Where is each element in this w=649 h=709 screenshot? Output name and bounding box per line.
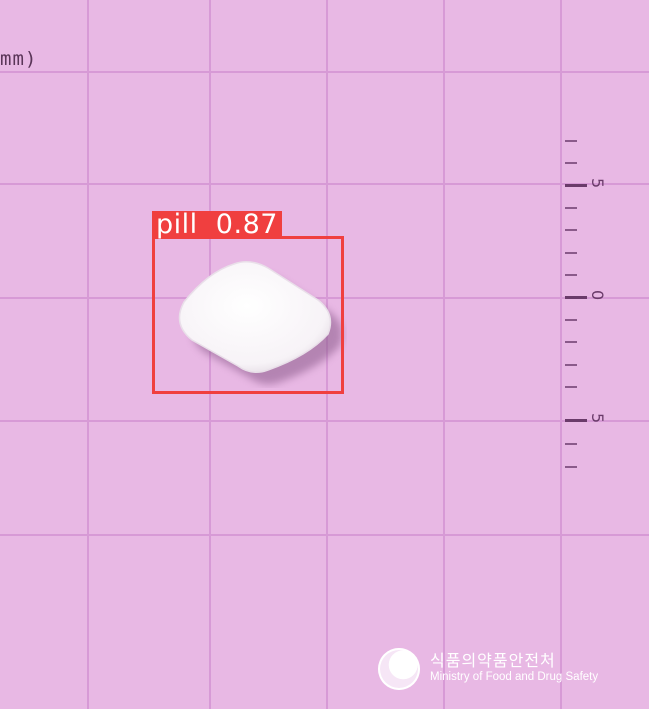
ruler-tick xyxy=(565,207,577,209)
grid-line-horizontal xyxy=(0,534,649,536)
ruler-tick xyxy=(565,364,577,366)
ruler-tick-major xyxy=(565,184,587,187)
ministry-name-english: Ministry of Food and Drug Safety xyxy=(430,671,599,683)
ruler-label: 5 xyxy=(588,178,607,189)
ruler-tick xyxy=(565,140,577,142)
ruler-tick xyxy=(565,443,577,445)
detection-label: pill 0.87 xyxy=(152,211,282,238)
ruler-tick xyxy=(565,229,577,231)
measurement-ruler: 5 0 5 xyxy=(555,130,625,480)
grid-line-vertical xyxy=(443,0,445,709)
ruler-tick xyxy=(565,319,577,321)
ministry-watermark: 식품의약품안전처 Ministry of Food and Drug Safet… xyxy=(378,645,628,695)
ruler-label: 0 xyxy=(588,290,607,301)
ruler-tick xyxy=(565,162,577,164)
ruler-tick xyxy=(565,252,577,254)
ruler-tick-major xyxy=(565,296,587,299)
detection-bounding-box xyxy=(152,236,344,394)
grid-line-horizontal xyxy=(0,71,649,73)
grid-line-vertical xyxy=(87,0,89,709)
grid-line-horizontal xyxy=(0,420,649,422)
ruler-label: 5 xyxy=(588,413,607,424)
scale-unit-label: mm) xyxy=(0,48,38,70)
ministry-name-korean: 식품의약품안전처 xyxy=(430,651,556,670)
ruler-tick xyxy=(565,274,577,276)
ruler-tick xyxy=(565,466,577,468)
ruler-tick xyxy=(565,341,577,343)
ruler-tick xyxy=(565,386,577,388)
ministry-logo-icon xyxy=(378,648,420,690)
grid-line-horizontal xyxy=(0,183,649,185)
ruler-tick-major xyxy=(565,419,587,422)
